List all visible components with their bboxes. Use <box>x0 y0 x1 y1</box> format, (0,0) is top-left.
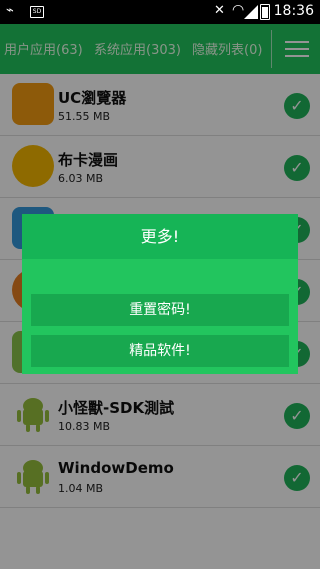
reset-password-button[interactable]: 重置密码! <box>31 294 289 326</box>
wifi-icon: ◠ <box>232 2 245 18</box>
more-dialog: 更多! 重置密码! 精品软件! <box>22 214 298 374</box>
sd-card-icon: SD <box>30 6 44 18</box>
signal-icon <box>244 5 258 19</box>
mute-icon: ✕ <box>214 3 225 18</box>
usb-icon: ⌁ <box>6 3 14 18</box>
battery-icon <box>260 4 270 20</box>
status-bar: ⌁ SD ✕ ◠ 18:36 <box>0 0 320 24</box>
dialog-title: 更多! <box>22 214 298 259</box>
featured-software-button[interactable]: 精品软件! <box>31 335 289 367</box>
clock: 18:36 <box>273 3 314 19</box>
